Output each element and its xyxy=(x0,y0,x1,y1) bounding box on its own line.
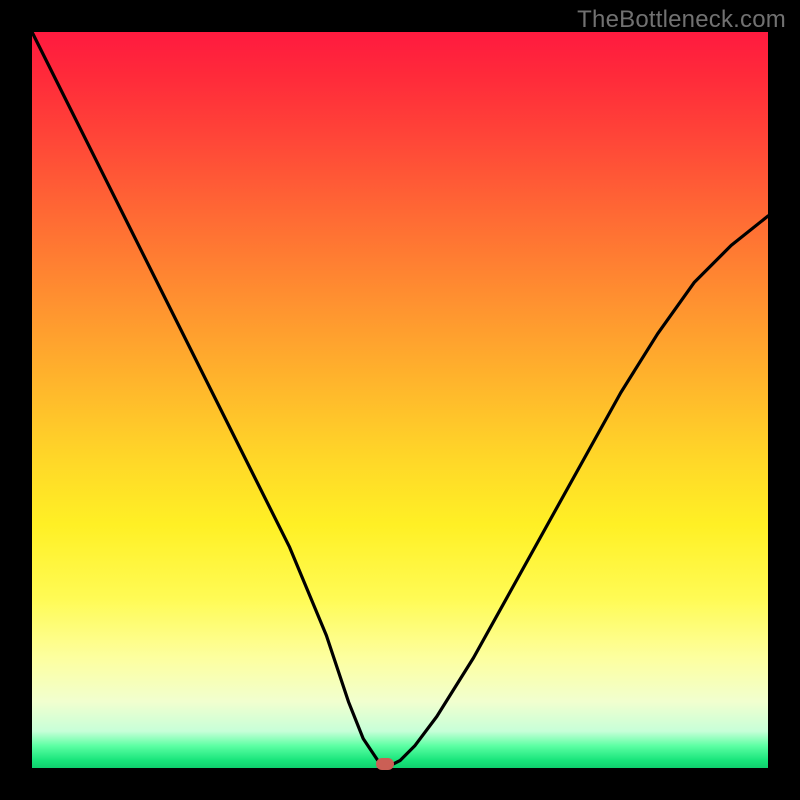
bottleneck-curve xyxy=(32,32,768,768)
curve-polyline xyxy=(32,32,768,768)
chart-frame: TheBottleneck.com xyxy=(0,0,800,800)
plot-area xyxy=(32,32,768,768)
minimum-marker xyxy=(376,758,394,770)
watermark-text: TheBottleneck.com xyxy=(577,6,786,34)
